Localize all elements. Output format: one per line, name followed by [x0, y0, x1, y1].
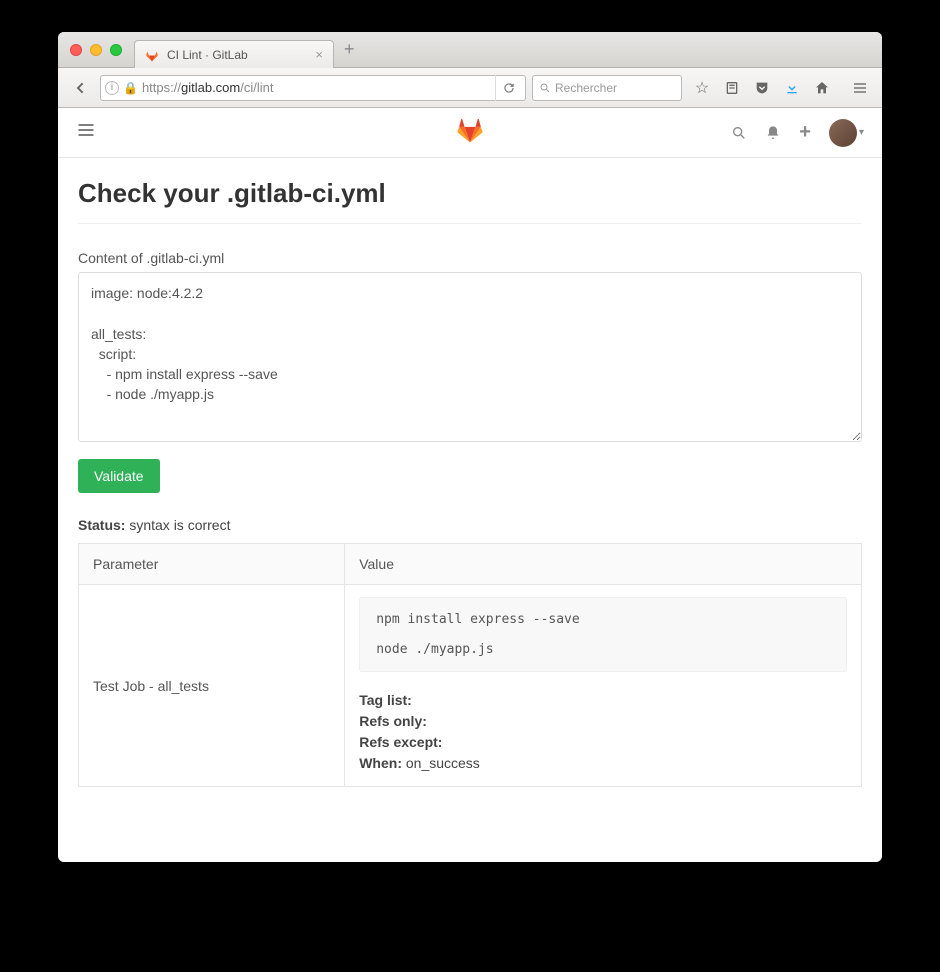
page-content: Check your .gitlab-ci.yml Content of .gi…: [58, 158, 882, 862]
tab-strip: CI Lint · GitLab × +: [134, 32, 882, 67]
pocket-icon[interactable]: [748, 74, 776, 102]
chevron-down-icon: ▾: [859, 127, 864, 138]
browser-tab[interactable]: CI Lint · GitLab ×: [134, 40, 334, 68]
gitlab-logo-icon[interactable]: [456, 116, 484, 149]
content-label: Content of .gitlab-ci.yml: [78, 250, 862, 266]
browser-toolbar: i 🔒 https://gitlab.com/ci/lint Recherche…: [58, 68, 882, 108]
url-protocol: https://: [142, 80, 181, 95]
tab-title: CI Lint · GitLab: [167, 48, 248, 62]
toolbar-icons: ☆: [688, 74, 874, 102]
menu-icon[interactable]: [846, 74, 874, 102]
validate-button[interactable]: Validate: [78, 459, 160, 493]
ci-yml-textarea[interactable]: [78, 272, 862, 442]
address-bar[interactable]: i 🔒 https://gitlab.com/ci/lint: [100, 75, 526, 101]
downloads-icon[interactable]: [778, 74, 806, 102]
table-row: Test Job - all_tests npm install express…: [79, 585, 862, 787]
status-label: Status:: [78, 517, 125, 533]
window-maximize-button[interactable]: [110, 44, 122, 56]
window-minimize-button[interactable]: [90, 44, 102, 56]
url-path: /ci/lint: [240, 80, 273, 95]
back-button[interactable]: [66, 74, 94, 102]
param-cell: Test Job - all_tests: [79, 585, 345, 787]
value-cell: npm install express --save node ./myapp.…: [345, 585, 862, 787]
tag-list-line: Tag list:: [359, 690, 847, 711]
search-icon[interactable]: [731, 125, 747, 141]
window-close-button[interactable]: [70, 44, 82, 56]
window-titlebar: CI Lint · GitLab × +: [58, 32, 882, 68]
new-item-icon[interactable]: +: [799, 121, 811, 144]
traffic-lights: [58, 44, 134, 56]
gitlab-header: + ▾: [58, 108, 882, 158]
sidebar-toggle-button[interactable]: [76, 120, 96, 145]
header-value: Value: [345, 544, 862, 585]
avatar: [829, 119, 857, 147]
page-title: Check your .gitlab-ci.yml: [78, 178, 862, 224]
search-placeholder: Rechercher: [555, 81, 617, 95]
home-icon[interactable]: [808, 74, 836, 102]
table-header-row: Parameter Value: [79, 544, 862, 585]
tab-close-icon[interactable]: ×: [315, 47, 323, 62]
header-parameter: Parameter: [79, 544, 345, 585]
when-line: When: on_success: [359, 753, 847, 774]
new-tab-button[interactable]: +: [334, 39, 365, 60]
search-bar[interactable]: Rechercher: [532, 75, 682, 101]
site-info-icon[interactable]: i: [105, 81, 119, 95]
browser-window: CI Lint · GitLab × + i 🔒 https://gitlab.…: [58, 32, 882, 862]
bookmark-star-icon[interactable]: ☆: [688, 74, 716, 102]
user-menu[interactable]: ▾: [829, 119, 864, 147]
result-table: Parameter Value Test Job - all_tests npm…: [78, 543, 862, 787]
refs-except-line: Refs except:: [359, 732, 847, 753]
url-text: https://gitlab.com/ci/lint: [142, 80, 491, 95]
status-value: syntax is correct: [129, 517, 230, 533]
refs-only-line: Refs only:: [359, 711, 847, 732]
script-block: npm install express --save node ./myapp.…: [359, 597, 847, 672]
refresh-button[interactable]: [495, 75, 521, 101]
lock-icon: 🔒: [123, 81, 138, 95]
status-line: Status: syntax is correct: [78, 517, 862, 533]
url-host: gitlab.com: [181, 80, 240, 95]
gitlab-favicon-icon: [145, 48, 159, 62]
reading-list-icon[interactable]: [718, 74, 746, 102]
notifications-icon[interactable]: [765, 125, 781, 141]
